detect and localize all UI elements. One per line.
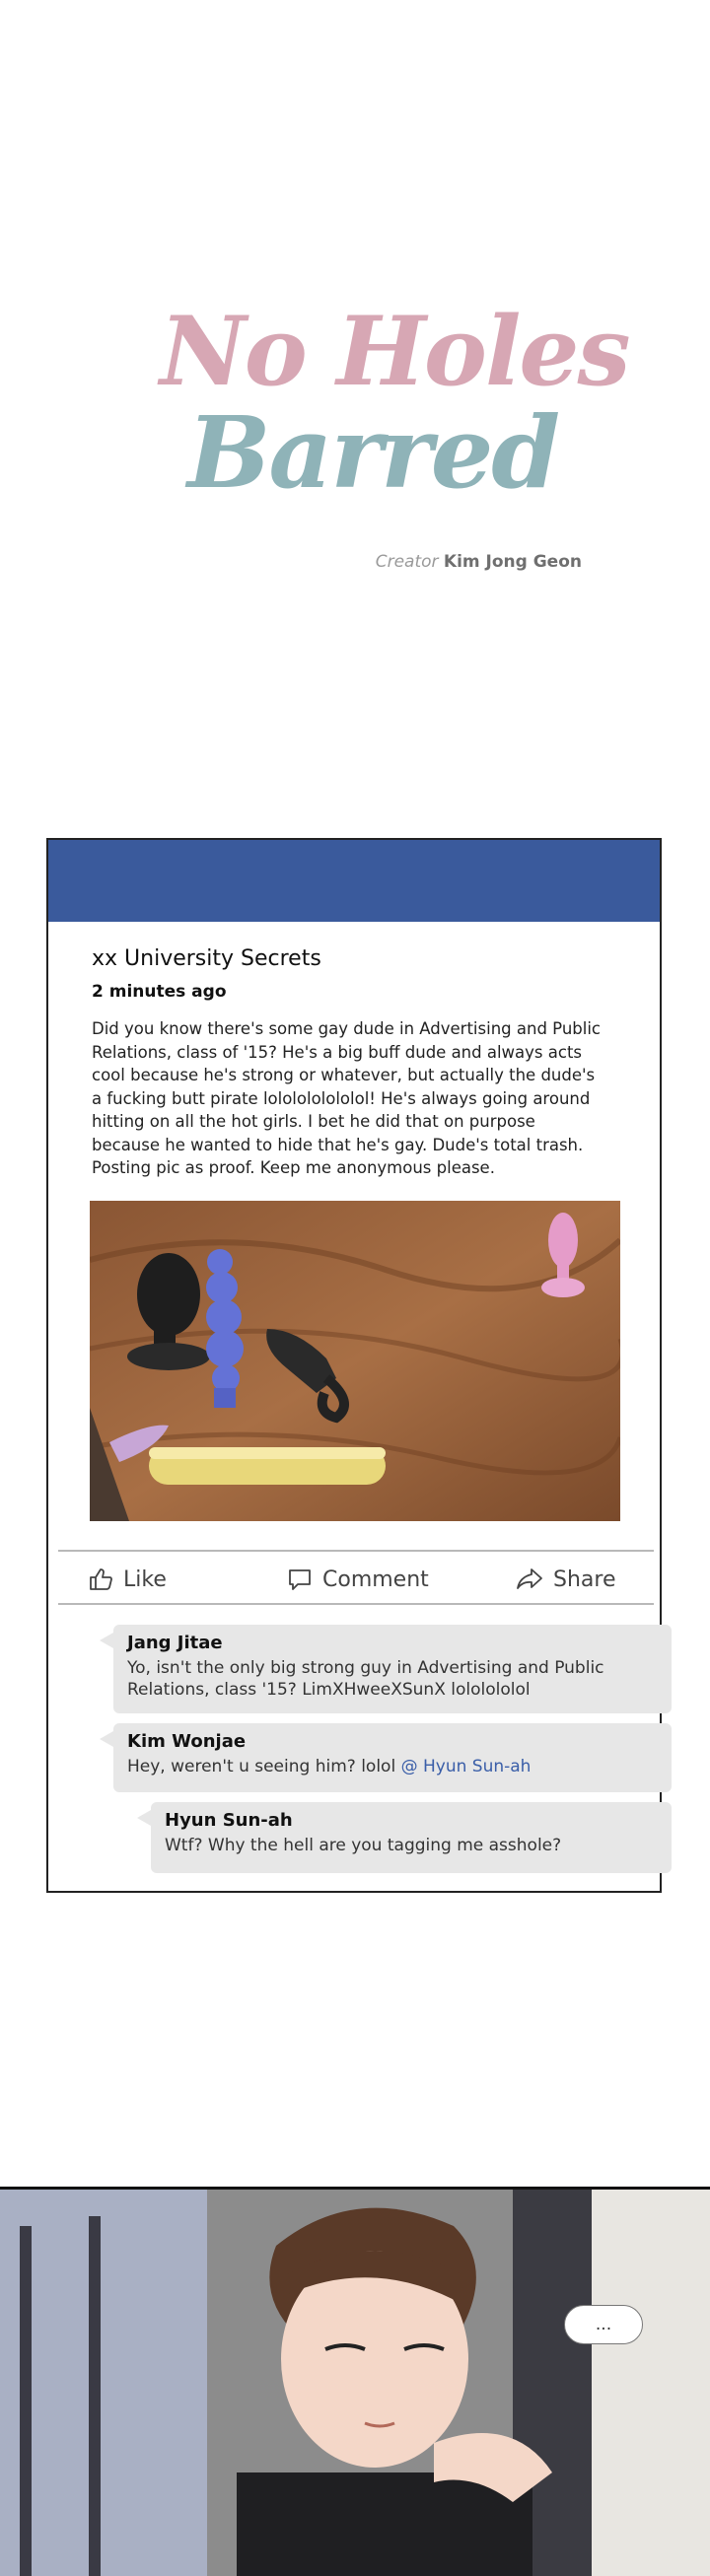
comment-reply-item: Hyun Sun-ah Wtf? Why the hell are you ta… (137, 1802, 672, 1873)
post-group-name[interactable]: xx University Secrets (92, 946, 321, 971)
thumbs-up-icon (90, 1568, 112, 1590)
social-post-card: xx University Secrets 2 minutes ago Did … (46, 838, 672, 1893)
comment-mention-link[interactable]: @ Hyun Sun-ah (401, 1757, 532, 1776)
post-timestamp: 2 minutes ago (92, 982, 227, 1002)
post-body-text: Did you know there's some gay dude in Ad… (92, 1019, 601, 1177)
actions-divider-top (58, 1550, 654, 1552)
comment-label: Comment (322, 1566, 429, 1592)
comic-panel-illustration (0, 2187, 710, 2576)
comment-item: Jang Jitae Yo, isn't the only big strong… (100, 1625, 672, 1713)
comment-button[interactable]: Comment (287, 1562, 429, 1597)
comment-text-row: Hey, weren't u seeing him? lolol @ Hyun … (127, 1756, 658, 1777)
yellow-cylinder-object (149, 1447, 386, 1485)
speech-bubble-icon (289, 1569, 311, 1590)
comment-author[interactable]: Kim Wonjae (127, 1731, 658, 1752)
speech-bubble: ... (564, 2305, 643, 2344)
post-photo[interactable] (90, 1201, 620, 1521)
title-line-2: Barred (187, 394, 560, 511)
like-button[interactable]: Like (88, 1562, 167, 1597)
comment-item: Kim Wonjae Hey, weren't u seeing him? lo… (100, 1723, 672, 1792)
comment-text: Wtf? Why the hell are you tagging me ass… (165, 1836, 562, 1855)
share-label: Share (553, 1566, 616, 1592)
comic-title-logo: No Holes Barred (148, 296, 631, 542)
comment-text: Hey, weren't u seeing him? lolol (127, 1757, 396, 1776)
creator-label: Creator (375, 552, 439, 572)
comment-author[interactable]: Hyun Sun-ah (165, 1810, 658, 1831)
comment-author[interactable]: Jang Jitae (127, 1633, 658, 1653)
like-label: Like (123, 1566, 167, 1592)
creator-name: Kim Jong Geon (443, 552, 582, 572)
actions-divider-bottom (58, 1603, 654, 1605)
title-line-1: No Holes (160, 296, 631, 407)
share-button[interactable]: Share (516, 1562, 616, 1597)
share-arrow-icon (517, 1568, 542, 1589)
creator-credit: Creator Kim Jong Geon (376, 552, 582, 572)
post-header-bar (48, 840, 660, 922)
comment-text: Yo, isn't the only big strong guy in Adv… (127, 1658, 604, 1700)
